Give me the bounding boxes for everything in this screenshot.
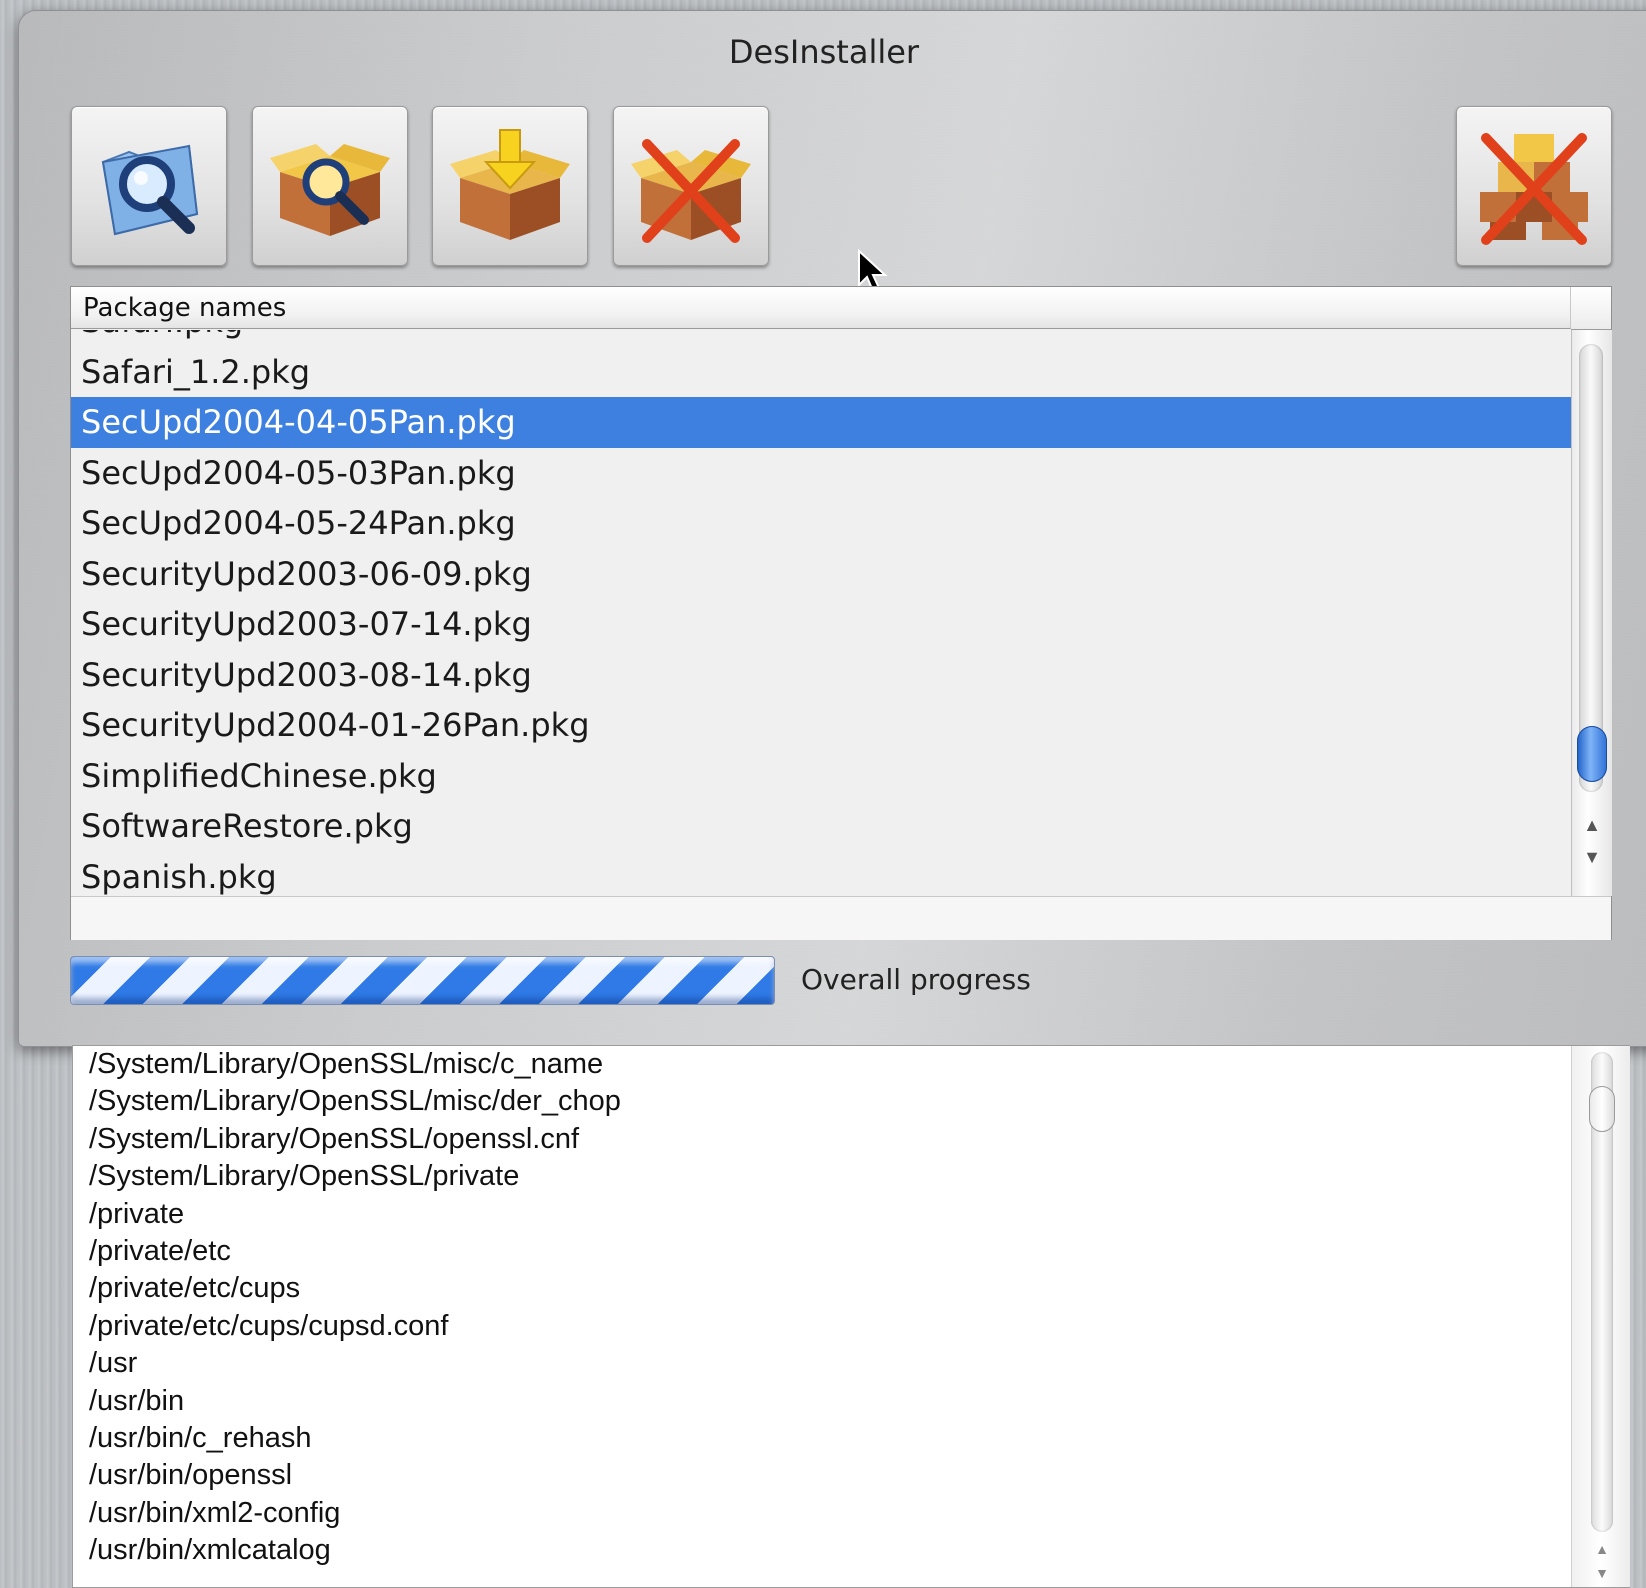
file-scroll-thumb[interactable]: [1589, 1086, 1615, 1132]
package-rows[interactable]: Safari.pkgSafari_1.2.pkgSecUpd2004-04-05…: [71, 330, 1571, 896]
file-path-row[interactable]: /usr/bin/xml2-config: [73, 1495, 1573, 1532]
package-list[interactable]: Package names Safari.pkgSafari_1.2.pkgSe…: [70, 286, 1612, 940]
install-package-button[interactable]: [432, 106, 588, 266]
file-rows[interactable]: /System/Library/OpenSSL/misc/c_name/Syst…: [73, 1046, 1573, 1587]
folder-magnifier-icon: [101, 144, 199, 236]
file-path-row[interactable]: /System/Library/OpenSSL/misc/c_name: [73, 1046, 1573, 1083]
package-row[interactable]: SimplifiedChinese.pkg: [71, 751, 1571, 802]
overall-progress-bar: [70, 956, 775, 1005]
package-row[interactable]: SecurityUpd2003-06-09.pkg: [71, 549, 1571, 600]
file-path-row[interactable]: /usr/bin: [73, 1383, 1573, 1420]
file-path-row[interactable]: /usr: [73, 1345, 1573, 1382]
package-list-footer: [71, 896, 1611, 940]
file-path-row[interactable]: /System/Library/OpenSSL/misc/der_chop: [73, 1083, 1573, 1120]
package-cross-icon: [631, 139, 751, 243]
file-path-row[interactable]: /System/Library/OpenSSL/private: [73, 1158, 1573, 1195]
package-row[interactable]: SecUpd2004-05-03Pan.pkg: [71, 448, 1571, 499]
inspect-package-button[interactable]: [252, 106, 408, 266]
package-row[interactable]: Safari.pkg: [71, 330, 1571, 347]
desinstaller-window: DesInstaller Package names Safari_1.2.pk…: [18, 10, 1646, 1047]
file-path-row[interactable]: /private: [73, 1196, 1573, 1233]
header-corner: [1571, 287, 1611, 330]
file-path-row[interactable]: /private/etc/cups: [73, 1270, 1573, 1307]
open-receipt-button[interactable]: [71, 106, 227, 266]
file-path-row[interactable]: /usr/bin/c_rehash: [73, 1420, 1573, 1457]
scroll-thumb[interactable]: [1577, 726, 1607, 782]
scroll-track[interactable]: [1579, 344, 1603, 792]
package-row[interactable]: SecurityUpd2004-01-26Pan.pkg: [71, 700, 1571, 751]
remove-package-button[interactable]: [613, 106, 769, 266]
file-list-panel[interactable]: /System/Library/OpenSSL/misc/c_name/Syst…: [72, 1045, 1630, 1588]
package-row[interactable]: SecUpd2004-04-05Pan.pkg: [71, 397, 1571, 448]
file-scroll-down-arrow-icon[interactable]: ▼: [1582, 1558, 1622, 1588]
remove-all-button[interactable]: [1456, 106, 1612, 266]
package-row[interactable]: SecUpd2004-05-24Pan.pkg: [71, 498, 1571, 549]
file-path-row[interactable]: /System/Library/OpenSSL/openssl.cnf: [73, 1121, 1573, 1158]
package-row[interactable]: Spanish.pkg: [71, 852, 1571, 897]
column-header-package-names[interactable]: Package names: [71, 287, 1571, 329]
package-arrow-icon: [450, 129, 570, 240]
stacked-packages-cross-icon: [1480, 133, 1588, 245]
package-row[interactable]: SecurityUpd2003-07-14.pkg: [71, 599, 1571, 650]
overall-progress-label: Overall progress: [801, 963, 1031, 996]
package-list-scrollbar[interactable]: ▲ ▼: [1571, 330, 1612, 896]
file-path-row[interactable]: /usr/bin/openssl: [73, 1457, 1573, 1494]
package-magnifier-icon: [270, 144, 390, 236]
scroll-down-arrow-icon[interactable]: ▼: [1572, 842, 1612, 872]
file-path-row[interactable]: /private/etc/cups/cupsd.conf: [73, 1308, 1573, 1345]
package-row[interactable]: SoftwareRestore.pkg: [71, 801, 1571, 852]
scroll-up-arrow-icon[interactable]: ▲: [1572, 810, 1612, 840]
window-title: DesInstaller: [728, 33, 920, 71]
file-path-row[interactable]: /private/etc: [73, 1233, 1573, 1270]
package-row[interactable]: SecurityUpd2003-08-14.pkg: [71, 650, 1571, 701]
file-path-row[interactable]: /usr/bin/xmlcatalog: [73, 1532, 1573, 1569]
file-list-scrollbar[interactable]: ▲ ▼: [1571, 1046, 1630, 1587]
package-row[interactable]: Safari_1.2.pkg: [71, 347, 1571, 398]
